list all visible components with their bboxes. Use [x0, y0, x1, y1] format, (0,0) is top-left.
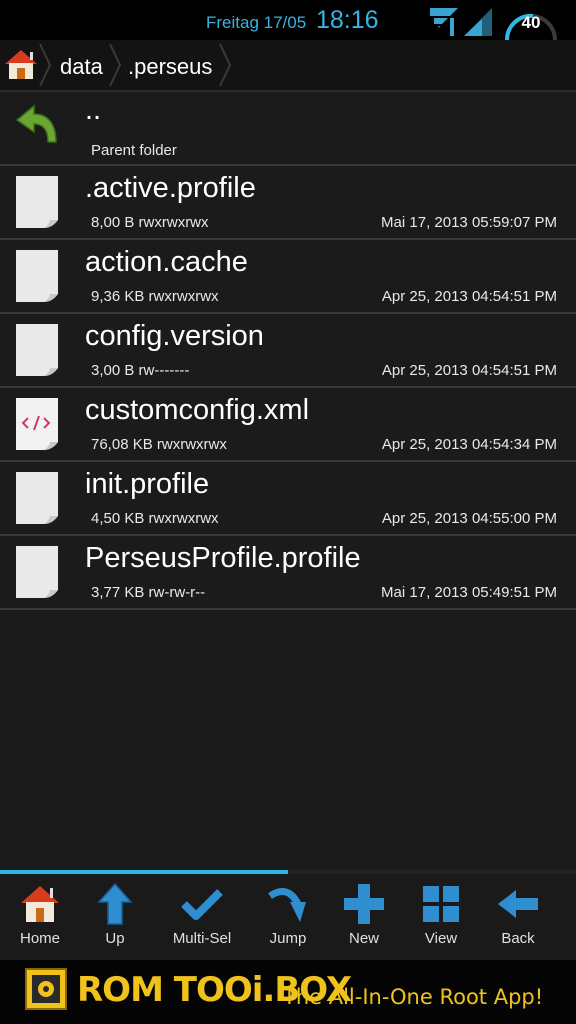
file-name: config.version: [85, 320, 264, 352]
file-row[interactable]: PerseusProfile.profile 3,77 KB rw-rw-r--…: [0, 536, 576, 610]
file-date: Apr 25, 2013 04:54:51 PM: [381, 288, 557, 305]
file-name: customconfig.xml: [85, 394, 310, 426]
file-icon: [16, 546, 58, 598]
bottom-toolbar: Home Up Multi-Sel Jump New View Back: [0, 874, 576, 960]
file-row[interactable]: config.version 3,00 B rw------- Apr 25, …: [0, 314, 576, 388]
jump-label: Jump: [269, 930, 307, 947]
parent-folder-arrow-icon: [15, 104, 57, 143]
parent-folder-row[interactable]: .. Parent folder: [0, 92, 576, 166]
file-icon: [16, 250, 58, 302]
multi-select-label: Multi-Sel: [172, 930, 232, 947]
ad-tagline: The All-In-One Root App!: [283, 985, 544, 1009]
file-row[interactable]: action.cache 9,36 KB rwxrwxrwx Apr 25, 2…: [0, 240, 576, 314]
back-label: Back: [501, 930, 535, 947]
breadcrumb-separator-icon: [39, 43, 52, 87]
checkmark-icon: [181, 889, 223, 920]
up-label: Up: [105, 930, 125, 947]
file-size-permissions: 8,00 B rwxrwxrwx: [91, 214, 209, 231]
file-icon: [16, 472, 58, 524]
back-button[interactable]: Back: [478, 874, 558, 960]
new-button[interactable]: New: [324, 874, 404, 960]
status-time: 18:16: [316, 6, 379, 34]
grid-view-icon: [423, 886, 459, 922]
rom-toolbox-logo-icon: [25, 968, 67, 1010]
file-row[interactable]: init.profile 4,50 KB rwxrwxrwx Apr 25, 2…: [0, 462, 576, 536]
file-icon: [16, 324, 58, 376]
home-icon[interactable]: [2, 46, 40, 84]
signal-icon: [464, 8, 492, 36]
multi-select-button[interactable]: Multi-Sel: [162, 874, 242, 960]
file-size-permissions: 76,08 KB rwxrwxrwx: [91, 436, 227, 453]
up-arrow-icon: [97, 882, 133, 925]
breadcrumb-item-data[interactable]: data: [60, 54, 103, 80]
file-row[interactable]: customconfig.xml 76,08 KB rwxrwxrwx Apr …: [0, 388, 576, 462]
file-date: Mai 17, 2013 05:59:07 PM: [381, 214, 557, 231]
parent-folder-label: Parent folder: [91, 142, 177, 159]
file-name: PerseusProfile.profile: [85, 542, 361, 574]
up-button[interactable]: Up: [75, 874, 155, 960]
breadcrumb-separator-icon: [219, 43, 232, 87]
file-date: Apr 25, 2013 04:54:51 PM: [381, 362, 557, 379]
file-size-permissions: 9,36 KB rwxrwxrwx: [91, 288, 219, 305]
file-date: Apr 25, 2013 04:55:00 PM: [381, 510, 557, 527]
status-bar: Freitag 17/05 18:16 40: [0, 0, 576, 40]
home-button[interactable]: Home: [0, 874, 80, 960]
jump-button[interactable]: Jump: [248, 874, 328, 960]
file-name: .active.profile: [85, 172, 256, 204]
home-icon: [21, 886, 59, 922]
xml-file-icon: [16, 398, 58, 450]
view-button[interactable]: View: [401, 874, 481, 960]
file-date: Mai 17, 2013 05:49:51 PM: [381, 584, 557, 601]
wifi-icon: [430, 8, 458, 36]
file-name: init.profile: [85, 468, 210, 500]
breadcrumb-item-perseus[interactable]: .perseus: [128, 54, 212, 80]
file-name: action.cache: [85, 246, 248, 278]
plus-icon: [344, 884, 384, 924]
breadcrumb-separator-icon: [109, 43, 122, 87]
battery-level: 40: [521, 13, 541, 32]
status-date: Freitag 17/05: [206, 13, 307, 32]
parent-folder-name: ..: [85, 94, 102, 126]
jump-arrow-icon: [268, 888, 306, 922]
file-date: Apr 25, 2013 04:54:34 PM: [381, 436, 557, 453]
file-size-permissions: 3,77 KB rw-rw-r--: [91, 584, 206, 601]
new-label: New: [348, 930, 379, 947]
back-arrow-icon: [498, 890, 538, 918]
view-label: View: [424, 930, 458, 947]
home-label: Home: [19, 930, 60, 947]
file-icon: [16, 176, 58, 228]
file-size-permissions: 4,50 KB rwxrwxrwx: [91, 510, 219, 527]
file-row[interactable]: .active.profile 8,00 B rwxrwxrwx Mai 17,…: [0, 166, 576, 240]
file-size-permissions: 3,00 B rw-------: [91, 362, 190, 379]
